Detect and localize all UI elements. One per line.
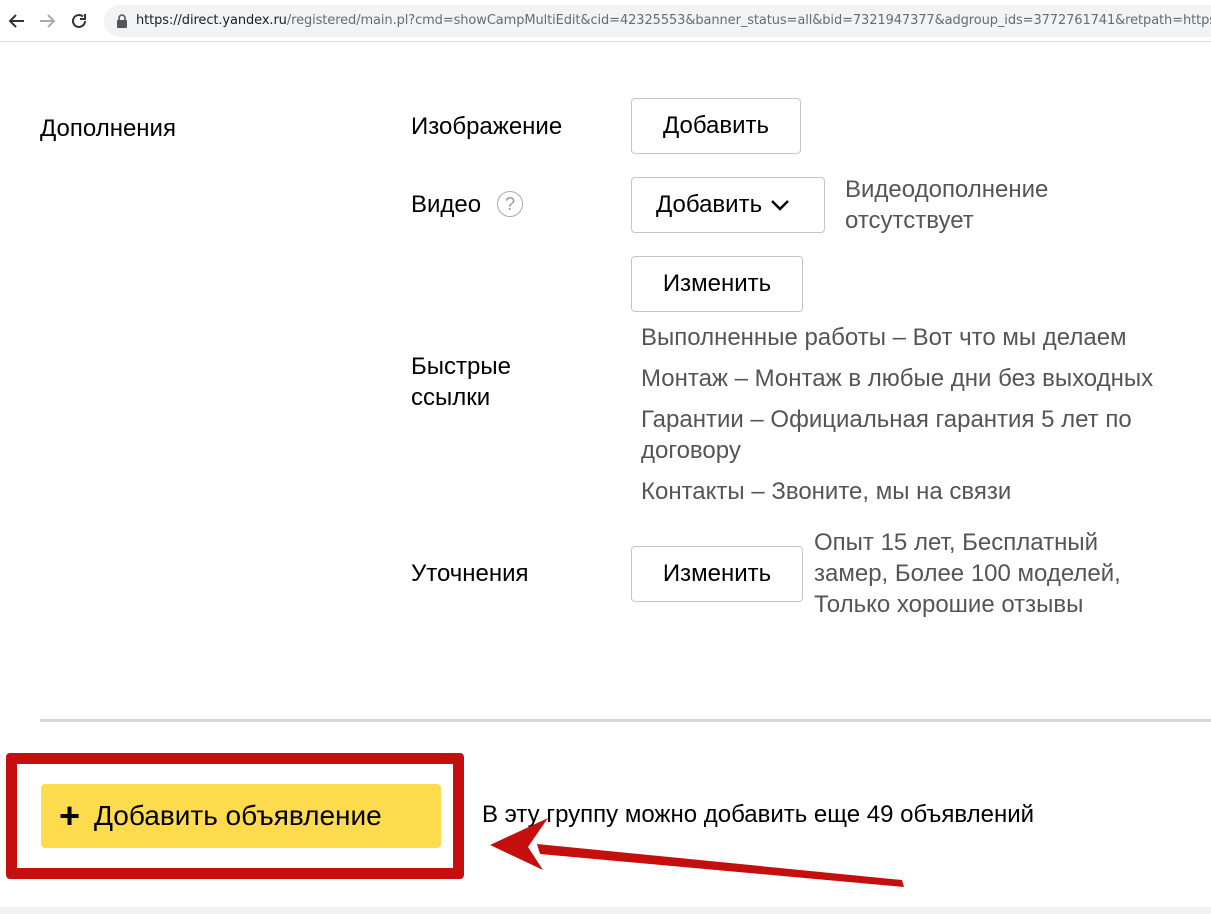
annotation-arrow-icon — [490, 818, 904, 887]
page-bottom-edge — [0, 907, 1211, 914]
